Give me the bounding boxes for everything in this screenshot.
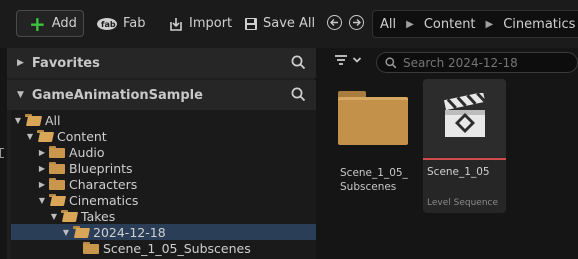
chevron-down-icon — [352, 57, 362, 63]
tree-item-scene-subscenes[interactable]: Scene_1_05_Subscenes — [11, 240, 316, 256]
project-header[interactable]: ▼ GameAnimationSample — [7, 80, 316, 110]
fab-icon: fab — [97, 17, 117, 30]
chevron-right-icon[interactable]: ▶ — [37, 180, 47, 189]
save-all-label: Save All — [263, 16, 316, 31]
tree-item-2024-12-18[interactable]: ▼ 2024-12-18 — [11, 224, 316, 240]
chevron-down-icon[interactable]: ▼ — [37, 196, 47, 205]
folder-open-icon — [73, 226, 89, 238]
asset-type-color-bar — [423, 158, 506, 160]
add-label: Add — [51, 16, 77, 31]
folder-tree: ▼ All ▼ Content ▶ Audio ▶ Blueprints ▶ C… — [11, 110, 316, 259]
tree-item-audio[interactable]: ▶ Audio — [11, 144, 316, 160]
save-icon — [245, 17, 257, 30]
tree-item-label: 2024-12-18 — [93, 224, 166, 240]
asset-search-input[interactable] — [403, 55, 573, 70]
level-sequence-icon — [443, 93, 486, 137]
tree-item-label: All — [45, 112, 61, 128]
import-button[interactable]: Import — [168, 10, 232, 37]
tree-item-label: Takes — [81, 208, 116, 224]
svg-text:fab: fab — [101, 20, 116, 29]
asset-type-label: Level Sequence — [427, 198, 499, 208]
import-icon — [170, 17, 182, 31]
asset-name: Scene_1_05 — [427, 166, 490, 178]
asset-view-panel: Scene_1_05_ Subscenes Scene_1_05 Level S… — [320, 48, 578, 259]
favorites-header[interactable]: ▶ Favorites — [7, 48, 316, 78]
asset-folder-label-line2: Subscenes — [340, 181, 397, 193]
search-icon[interactable] — [291, 87, 306, 102]
add-button[interactable]: + Add — [16, 10, 84, 37]
panel-edge-marker — [0, 148, 4, 158]
folder-open-icon — [61, 210, 77, 222]
project-label: GameAnimationSample — [31, 87, 203, 103]
chevron-right-icon[interactable]: ▶ — [37, 164, 47, 173]
filter-icon — [335, 55, 347, 65]
search-icon — [385, 56, 397, 68]
chevron-down-icon[interactable]: ▼ — [49, 212, 59, 221]
filter-button[interactable] — [334, 54, 362, 66]
breadcrumb-item-content[interactable]: Content — [417, 17, 483, 32]
folder-body — [338, 97, 408, 145]
arrow-left-icon — [330, 19, 338, 26]
tree-item-label: Cinematics — [69, 192, 139, 208]
arrow-right-icon — [353, 19, 361, 26]
tree-item-label: Audio — [69, 144, 105, 160]
chevron-right-icon[interactable]: ▶ — [483, 19, 497, 30]
asset-folder-label: Scene_1_05_ Subscenes — [340, 166, 408, 194]
import-label: Import — [189, 16, 233, 31]
tree-item-blueprints[interactable]: ▶ Blueprints — [11, 160, 316, 176]
save-all-button[interactable]: Save All — [244, 10, 315, 37]
chevron-down-icon[interactable]: ▼ — [61, 228, 71, 237]
asset-search-field[interactable] — [376, 52, 578, 73]
folder-icon — [49, 178, 65, 190]
asset-folder-label-line1: Scene_1_05_ — [340, 167, 408, 179]
fab-button[interactable]: fab Fab — [96, 10, 146, 37]
left-edge-strip — [0, 48, 7, 259]
chevron-down-icon[interactable]: ▼ — [25, 132, 35, 141]
tree-item-cinematics[interactable]: ▼ Cinematics — [11, 192, 316, 208]
breadcrumb: All ▶ Content ▶ Cinematics — [372, 10, 578, 38]
asset-level-sequence-card[interactable]: Scene_1_05 Level Sequence — [423, 79, 506, 213]
asset-thumbnail — [423, 79, 506, 157]
folder-open-icon — [49, 194, 65, 206]
back-button[interactable] — [327, 15, 342, 30]
content-browser-toolbar: + Add fab Fab Import Save All All ▶ Cont… — [0, 0, 578, 48]
folder-icon — [49, 146, 65, 158]
tree-item-label: Content — [57, 128, 107, 144]
tree-item-label: Characters — [69, 176, 138, 192]
tree-item-characters[interactable]: ▶ Characters — [11, 176, 316, 192]
chevron-right-icon: ▶ — [17, 58, 24, 68]
search-icon[interactable] — [291, 55, 306, 70]
fab-label: Fab — [123, 16, 146, 31]
chevron-down-icon[interactable]: ▼ — [13, 116, 23, 125]
asset-folder-scene-subscenes[interactable]: Scene_1_05_ Subscenes — [336, 86, 410, 206]
favorites-label: Favorites — [31, 55, 100, 71]
tree-item-takes[interactable]: ▼ Takes — [11, 208, 316, 224]
folder-open-icon — [37, 130, 53, 142]
folder-open-icon — [25, 114, 41, 126]
breadcrumb-item-cinematics[interactable]: Cinematics — [496, 17, 578, 32]
chevron-right-icon[interactable]: ▶ — [403, 19, 417, 30]
sources-panel: ▶ Favorites ▼ GameAnimationSample ▼ All … — [7, 48, 316, 259]
tree-item-all[interactable]: ▼ All — [11, 112, 316, 128]
plus-icon: + — [29, 11, 46, 36]
tree-item-label: Scene_1_05_Subscenes — [103, 240, 251, 256]
forward-button[interactable] — [349, 15, 364, 30]
chevron-down-icon: ▼ — [17, 90, 24, 100]
folder-icon — [338, 91, 408, 145]
folder-icon — [83, 242, 99, 254]
folder-icon — [49, 162, 65, 174]
tree-item-content[interactable]: ▼ Content — [11, 128, 316, 144]
tree-item-label: Blueprints — [69, 160, 133, 176]
breadcrumb-item-all[interactable]: All — [373, 17, 403, 32]
chevron-right-icon[interactable]: ▶ — [37, 148, 47, 157]
